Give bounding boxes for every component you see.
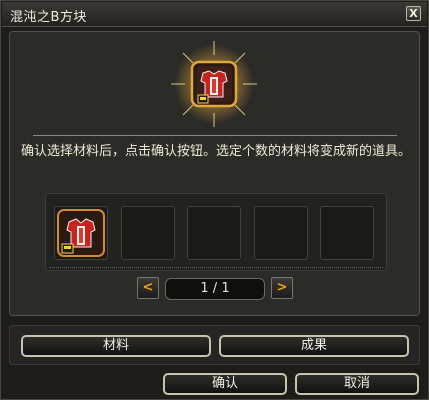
instruction-text: 确认选择材料后，点击确认按钮。选定个数的材料将变成新的道具。 (21, 144, 412, 159)
prev-page-button[interactable]: < (137, 277, 159, 299)
confirm-button[interactable]: 确认 (163, 373, 287, 395)
slot-divider (49, 267, 383, 268)
divider-line (33, 135, 397, 136)
material-slot-4[interactable] (254, 206, 308, 260)
armor-chest-icon (57, 209, 105, 257)
close-button[interactable]: X (406, 6, 421, 21)
cancel-button[interactable]: 取消 (295, 373, 419, 395)
chaos-cube-window: 混沌之B方块 X 确认选择材料后，点击确认按钮。选定个数的材料将变成新的道具。 … (0, 0, 429, 400)
material-slot-5[interactable] (320, 206, 374, 260)
next-page-button[interactable]: > (271, 277, 293, 299)
title-bar[interactable]: 混沌之B方块 X (2, 2, 427, 27)
material-slot-2[interactable] (121, 206, 175, 260)
material-slot-3[interactable] (187, 206, 241, 260)
result-item-icon (171, 41, 257, 127)
page-indicator: 1 / 1 (165, 278, 265, 300)
chevron-left-icon: < (142, 280, 154, 295)
close-icon: X (409, 7, 418, 20)
window-title: 混沌之B方块 (10, 10, 87, 25)
chevron-right-icon: > (276, 280, 288, 295)
tab-materials[interactable]: 材料 (21, 335, 211, 357)
tab-result[interactable]: 成果 (219, 335, 409, 357)
material-slot-1[interactable] (54, 206, 108, 260)
